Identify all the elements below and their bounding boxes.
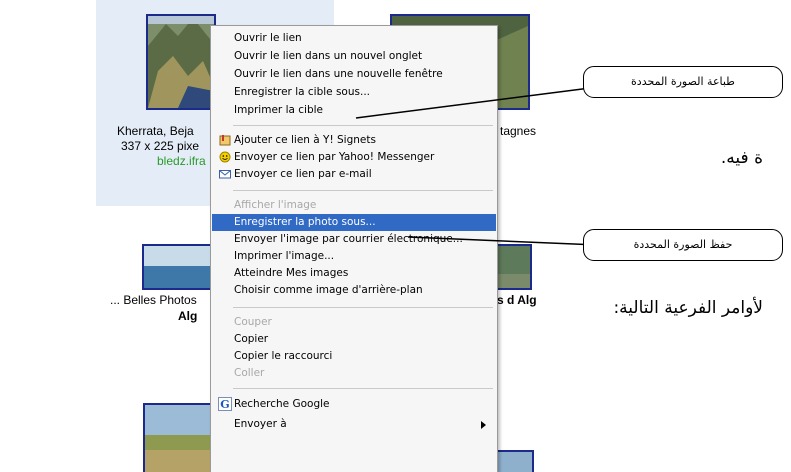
menu-item-open-link[interactable]: Ouvrir le lien	[212, 30, 496, 47]
menu-item-label: Recherche Google	[234, 398, 330, 410]
menu-separator	[233, 388, 493, 389]
menu-item-print-image[interactable]: Imprimer l'image...	[212, 248, 496, 265]
context-menu: Ouvrir le lien Ouvrir le lien dans un no…	[210, 25, 498, 472]
result-1-title[interactable]: Kherrata, Beja	[117, 124, 194, 138]
landscape-photo-icon	[496, 452, 532, 472]
menu-separator	[233, 190, 493, 191]
menu-item-my-pictures[interactable]: Atteindre Mes images	[212, 265, 496, 282]
callout-save-selected-image: حفظ الصورة المحددة	[583, 229, 783, 261]
svg-text:G: G	[220, 398, 229, 411]
menu-item-paste: Coller	[234, 367, 265, 379]
google-icon: G	[218, 397, 232, 411]
result-1-size: 337 x 225 pixe	[121, 139, 200, 153]
menu-item-print-target[interactable]: Imprimer la cible	[212, 102, 496, 119]
result-thumbnail-6[interactable]	[494, 450, 534, 472]
menu-item-send-yahoo-messenger[interactable]: Envoyer ce lien par Yahoo! Messenger	[212, 149, 496, 166]
menu-item-save-target[interactable]: Enregistrer la cible sous...	[212, 84, 496, 101]
menu-item-label: Envoyer ce lien par Yahoo! Messenger	[234, 151, 435, 163]
envelope-icon	[219, 170, 231, 179]
menu-item-cut: Couper	[234, 316, 272, 328]
menu-item-open-link-new-window[interactable]: Ouvrir le lien dans une nouvelle fenêtre	[212, 66, 496, 83]
result-3-title[interactable]: ... Belles Photos	[110, 293, 197, 307]
mountain-photo-icon	[148, 16, 214, 108]
smiley-icon	[219, 151, 231, 163]
menu-item-save-picture[interactable]: Enregistrer la photo sous...	[212, 214, 496, 231]
menu-item-show-image: Afficher l'image	[234, 199, 317, 211]
menu-item-set-background[interactable]: Choisir comme image d'arrière-plan	[212, 282, 496, 299]
result-4-title[interactable]: s d Alg	[497, 293, 537, 307]
menu-item-google-search[interactable]: G Recherche Google	[212, 394, 496, 414]
callout-print-selected-image: طباعة الصورة المحددة	[583, 66, 783, 98]
result-3-title-line2[interactable]: Alg	[178, 309, 197, 323]
menu-item-email-image[interactable]: Envoyer l'image par courrier électroniqu…	[212, 231, 496, 248]
submenu-arrow-icon	[481, 421, 486, 429]
result-2-title[interactable]: tagnes	[500, 124, 536, 138]
menu-item-label: Ajouter ce lien à Y! Signets	[234, 134, 376, 146]
sea-photo-icon	[144, 246, 220, 288]
menu-item-add-y-bookmark[interactable]: Ajouter ce lien à Y! Signets	[212, 132, 496, 149]
arabic-text-line-1: ة فيه.	[720, 148, 763, 168]
result-thumbnail-1[interactable]	[146, 14, 216, 110]
result-1-site[interactable]: bledz.ifra	[157, 154, 206, 168]
menu-item-copy-shortcut[interactable]: Copier le raccourci	[212, 348, 496, 365]
menu-item-label: Envoyer à	[234, 418, 287, 430]
menu-item-copy[interactable]: Copier	[212, 331, 496, 348]
menu-separator	[233, 307, 493, 308]
bookmark-icon	[219, 135, 231, 146]
menu-item-open-link-new-tab[interactable]: Ouvrir le lien dans un nouvel onglet	[212, 48, 496, 65]
arabic-text-line-2: لأوامر الفرعية التالية:	[613, 298, 763, 318]
menu-separator	[233, 125, 493, 126]
menu-item-label: Envoyer ce lien par e-mail	[234, 168, 372, 180]
menu-item-send-email[interactable]: Envoyer ce lien par e-mail	[212, 166, 496, 183]
menu-item-send-to[interactable]: Envoyer à	[212, 416, 496, 433]
